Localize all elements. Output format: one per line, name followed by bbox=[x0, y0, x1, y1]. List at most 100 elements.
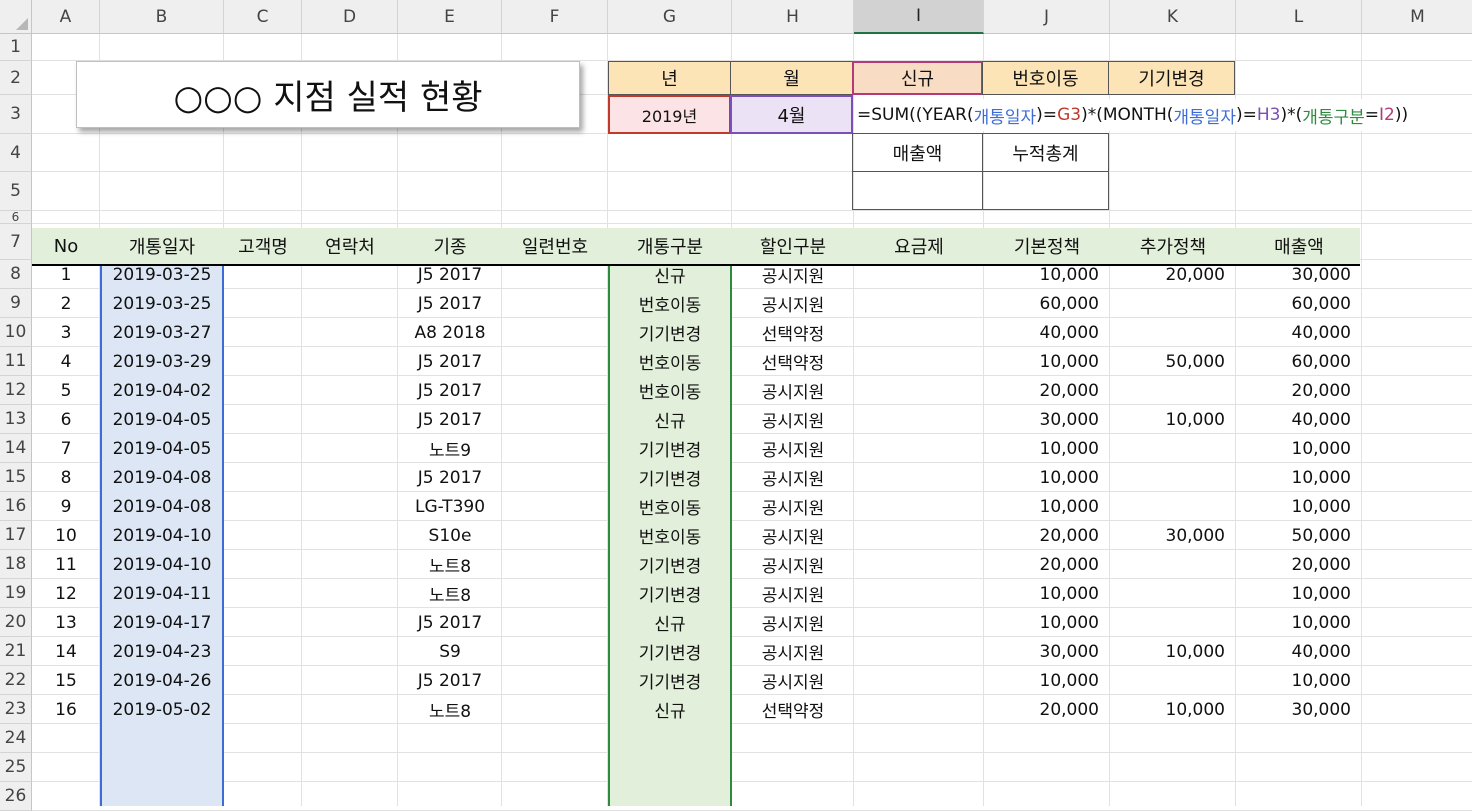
table-cell-serial[interactable] bbox=[502, 347, 608, 376]
table-cell-model[interactable]: S9 bbox=[398, 637, 502, 666]
table-cell-base-policy[interactable]: 30,000 bbox=[984, 637, 1110, 666]
table-cell-sales[interactable]: 10,000 bbox=[1236, 579, 1362, 608]
table-cell-extra-policy[interactable] bbox=[1110, 318, 1236, 347]
table-cell-no[interactable]: 6 bbox=[32, 405, 100, 434]
table-cell-open-type[interactable]: 신규 bbox=[608, 695, 732, 724]
table-cell-open-date[interactable]: 2019-03-25 bbox=[100, 289, 224, 318]
table-cell-plan[interactable] bbox=[854, 695, 984, 724]
row-header-18[interactable]: 18 bbox=[0, 550, 32, 579]
table-cell-open-type[interactable]: 기기변경 bbox=[608, 318, 732, 347]
table-header-open-date[interactable]: 개통일자 bbox=[100, 228, 224, 264]
column-header-j[interactable]: J bbox=[984, 0, 1110, 34]
table-cell-discount-type[interactable]: 공시지원 bbox=[732, 434, 854, 463]
table-cell-customer[interactable] bbox=[224, 666, 302, 695]
report-title-shape[interactable]: ○○○ 지점 실적 현황 bbox=[76, 61, 580, 128]
table-cell-sales[interactable]: 60,000 bbox=[1236, 347, 1362, 376]
table-header-open-type[interactable]: 개통구분 bbox=[608, 228, 732, 264]
table-cell-model[interactable]: 노트9 bbox=[398, 434, 502, 463]
table-cell-customer[interactable] bbox=[224, 318, 302, 347]
table-cell-open-type[interactable]: 기기변경 bbox=[608, 550, 732, 579]
table-cell-no[interactable]: 10 bbox=[32, 521, 100, 550]
table-cell-no[interactable]: 9 bbox=[32, 492, 100, 521]
table-cell-model[interactable]: 노트8 bbox=[398, 695, 502, 724]
table-cell-model[interactable]: LG-T390 bbox=[398, 492, 502, 521]
table-cell-serial[interactable] bbox=[502, 521, 608, 550]
table-cell-base-policy[interactable]: 20,000 bbox=[984, 521, 1110, 550]
table-cell-customer[interactable] bbox=[224, 376, 302, 405]
column-header-a[interactable]: A bbox=[32, 0, 100, 34]
table-cell-no[interactable]: 1 bbox=[32, 260, 100, 289]
table-cell-plan[interactable] bbox=[854, 405, 984, 434]
table-cell-sales[interactable]: 10,000 bbox=[1236, 608, 1362, 637]
row-header-19[interactable]: 19 bbox=[0, 579, 32, 608]
table-cell-serial[interactable] bbox=[502, 492, 608, 521]
table-cell-open-date[interactable]: 2019-04-26 bbox=[100, 666, 224, 695]
row-header-9[interactable]: 9 bbox=[0, 289, 32, 318]
table-header-base-policy[interactable]: 기본정책 bbox=[984, 228, 1110, 264]
table-cell-plan[interactable] bbox=[854, 434, 984, 463]
table-cell-base-policy[interactable]: 40,000 bbox=[984, 318, 1110, 347]
column-header-i[interactable]: I bbox=[854, 0, 984, 34]
table-cell-sales[interactable]: 10,000 bbox=[1236, 666, 1362, 695]
table-cell-discount-type[interactable]: 공시지원 bbox=[732, 666, 854, 695]
row-header-7[interactable]: 7 bbox=[0, 224, 32, 260]
row-header-16[interactable]: 16 bbox=[0, 492, 32, 521]
table-cell-contact[interactable] bbox=[302, 521, 398, 550]
row-header-20[interactable]: 20 bbox=[0, 608, 32, 637]
table-cell-open-type[interactable]: 신규 bbox=[608, 608, 732, 637]
table-cell-no[interactable]: 3 bbox=[32, 318, 100, 347]
row-header-4[interactable]: 4 bbox=[0, 134, 32, 172]
column-header-d[interactable]: D bbox=[302, 0, 398, 34]
table-cell-model[interactable]: 노트8 bbox=[398, 579, 502, 608]
table-cell-discount-type[interactable]: 공시지원 bbox=[732, 376, 854, 405]
table-cell-customer[interactable] bbox=[224, 463, 302, 492]
table-cell-open-date[interactable]: 2019-05-02 bbox=[100, 695, 224, 724]
table-cell-contact[interactable] bbox=[302, 579, 398, 608]
table-cell-extra-policy[interactable] bbox=[1110, 608, 1236, 637]
cumulative-value-cell[interactable] bbox=[982, 171, 1109, 210]
table-cell-plan[interactable] bbox=[854, 260, 984, 289]
table-cell-customer[interactable] bbox=[224, 434, 302, 463]
table-cell-customer[interactable] bbox=[224, 579, 302, 608]
table-cell-plan[interactable] bbox=[854, 637, 984, 666]
table-cell-no[interactable]: 7 bbox=[32, 434, 100, 463]
table-cell-discount-type[interactable]: 선택약정 bbox=[732, 347, 854, 376]
table-cell-discount-type[interactable]: 공시지원 bbox=[732, 492, 854, 521]
table-cell-contact[interactable] bbox=[302, 608, 398, 637]
table-cell-no[interactable]: 14 bbox=[32, 637, 100, 666]
table-cell-contact[interactable] bbox=[302, 347, 398, 376]
table-cell-base-policy[interactable]: 10,000 bbox=[984, 492, 1110, 521]
sales-label-cell[interactable]: 매출액 bbox=[852, 133, 983, 172]
row-header-5[interactable]: 5 bbox=[0, 172, 32, 211]
table-cell-open-date[interactable]: 2019-03-25 bbox=[100, 260, 224, 289]
row-header-25[interactable]: 25 bbox=[0, 753, 32, 782]
table-cell-serial[interactable] bbox=[502, 608, 608, 637]
table-cell-serial[interactable] bbox=[502, 405, 608, 434]
table-cell-contact[interactable] bbox=[302, 318, 398, 347]
table-cell-no[interactable]: 2 bbox=[32, 289, 100, 318]
table-cell-base-policy[interactable]: 20,000 bbox=[984, 376, 1110, 405]
row-header-23[interactable]: 23 bbox=[0, 695, 32, 724]
table-cell-discount-type[interactable]: 공시지원 bbox=[732, 550, 854, 579]
table-cell-serial[interactable] bbox=[502, 260, 608, 289]
table-cell-extra-policy[interactable] bbox=[1110, 492, 1236, 521]
table-cell-plan[interactable] bbox=[854, 550, 984, 579]
table-cell-plan[interactable] bbox=[854, 376, 984, 405]
row-header-21[interactable]: 21 bbox=[0, 637, 32, 666]
table-cell-serial[interactable] bbox=[502, 289, 608, 318]
column-header-e[interactable]: E bbox=[398, 0, 502, 34]
year-value-cell[interactable]: 2019년 bbox=[608, 95, 731, 134]
table-cell-extra-policy[interactable] bbox=[1110, 434, 1236, 463]
table-cell-no[interactable]: 12 bbox=[32, 579, 100, 608]
table-cell-extra-policy[interactable]: 10,000 bbox=[1110, 637, 1236, 666]
table-cell-discount-type[interactable]: 공시지원 bbox=[732, 608, 854, 637]
table-cell-customer[interactable] bbox=[224, 521, 302, 550]
table-cell-discount-type[interactable]: 선택약정 bbox=[732, 695, 854, 724]
table-cell-base-policy[interactable]: 20,000 bbox=[984, 695, 1110, 724]
month-label-cell[interactable]: 월 bbox=[730, 61, 853, 95]
table-cell-plan[interactable] bbox=[854, 608, 984, 637]
row-header-2[interactable]: 2 bbox=[0, 61, 32, 95]
port-label-cell[interactable]: 번호이동 bbox=[982, 61, 1109, 95]
table-cell-open-date[interactable]: 2019-03-27 bbox=[100, 318, 224, 347]
table-cell-plan[interactable] bbox=[854, 318, 984, 347]
